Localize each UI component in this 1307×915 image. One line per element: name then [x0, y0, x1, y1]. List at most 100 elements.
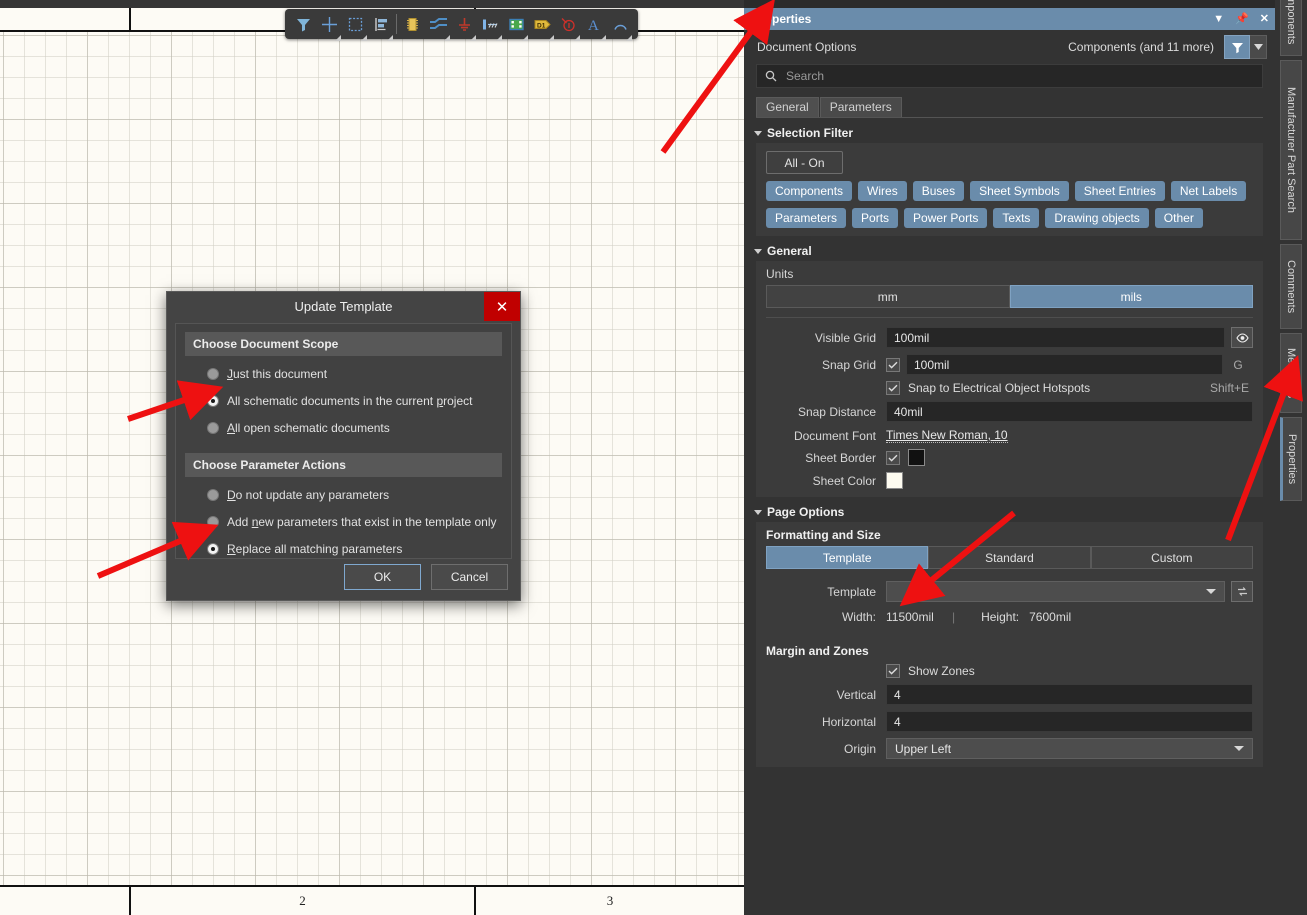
chip-other[interactable]: Other: [1154, 208, 1203, 228]
right-dock-tab-strip: Components Manufacturer Part Search Comm…: [1275, 0, 1307, 915]
place-wire-icon[interactable]: [425, 11, 451, 41]
radio-replace-all-matching-parameters[interactable]: Replace all matching parameters: [185, 535, 502, 562]
chip-wires[interactable]: Wires: [858, 181, 907, 201]
visible-grid-field[interactable]: 100mil: [886, 327, 1225, 348]
marquee-select-icon[interactable]: [342, 11, 368, 41]
format-option-custom[interactable]: Custom: [1090, 546, 1253, 569]
chevron-down-icon[interactable]: [1250, 35, 1267, 59]
zone-cell-bottom-1: [0, 887, 131, 915]
chip-texts[interactable]: Texts: [993, 208, 1040, 228]
chip-power-ports[interactable]: Power Ports: [904, 208, 988, 228]
units-option-mils[interactable]: mils: [1009, 285, 1253, 308]
section-header-selection-filter[interactable]: Selection Filter: [754, 126, 1275, 140]
radio-indicator-selected: [207, 542, 219, 555]
snap-grid-field[interactable]: 100mil: [906, 354, 1223, 375]
properties-tabs: General Parameters: [756, 97, 1263, 118]
place-part-icon[interactable]: [399, 11, 425, 37]
sidebar-item-manufacturer-part-search[interactable]: Manufacturer Part Search: [1280, 60, 1302, 240]
show-zones-row: Show Zones: [766, 664, 1253, 678]
group-header-document-scope: Choose Document Scope: [185, 332, 502, 356]
sidebar-item-comments[interactable]: Comments: [1280, 244, 1302, 329]
cancel-button[interactable]: Cancel: [431, 564, 508, 590]
format-option-standard[interactable]: Standard: [928, 546, 1091, 569]
snap-grid-checkbox[interactable]: [886, 357, 900, 372]
collapse-triangle-icon: [754, 130, 762, 136]
units-option-mm[interactable]: mm: [766, 285, 1010, 308]
chip-components[interactable]: Components: [766, 181, 853, 201]
snap-grid-row: Snap Grid 100mil G: [766, 354, 1253, 375]
tab-general[interactable]: General: [756, 97, 819, 117]
chip-sheet-entries[interactable]: Sheet Entries: [1074, 181, 1165, 201]
chip-drawing-objects[interactable]: Drawing objects: [1045, 208, 1149, 228]
width-height-row: Width: 11500mil | Height: 7600mil: [766, 610, 1253, 624]
chip-net-labels[interactable]: Net Labels: [1170, 181, 1247, 201]
place-no-erc-icon[interactable]: [555, 11, 581, 41]
close-icon[interactable]: ✕: [484, 292, 520, 321]
radio-just-this-document[interactable]: JJust this documentust this document: [185, 360, 502, 387]
close-icon[interactable]: ✕: [1260, 13, 1269, 25]
tab-parameters[interactable]: Parameters: [819, 97, 902, 117]
panel-title-actions: ▼ 📌 ✕: [1213, 8, 1269, 30]
place-gnd-power-port-icon[interactable]: [451, 11, 477, 41]
sheet-border-color-swatch[interactable]: [908, 449, 925, 466]
radio-indicator: [207, 421, 219, 434]
vertical-field[interactable]: 4: [886, 684, 1253, 705]
origin-dropdown[interactable]: Upper Left: [886, 738, 1253, 759]
format-option-template[interactable]: Template: [766, 546, 929, 569]
selection-filter-chip-row-1: Components Wires Buses Sheet Symbols She…: [766, 181, 1253, 201]
radio-label: All open schematic documents: [227, 420, 390, 435]
show-zones-checkbox[interactable]: [886, 664, 900, 678]
ok-button[interactable]: OK: [344, 564, 421, 590]
zone-cell-bottom-2: 2: [131, 887, 476, 915]
radio-label: JJust this documentust this document: [227, 366, 328, 381]
pin-icon[interactable]: 📌: [1235, 13, 1249, 25]
search-input[interactable]: [756, 64, 1263, 88]
sidebar-item-messages[interactable]: Messages: [1280, 333, 1302, 413]
chevron-down-icon: [387, 35, 393, 41]
chevron-down-icon: [522, 35, 528, 41]
sheet-border-checkbox[interactable]: [886, 450, 900, 465]
snap-hotspots-label: Snap to Electrical Object Hotspots: [908, 381, 1091, 395]
place-net-label-icon[interactable]: [477, 11, 503, 41]
chip-sheet-symbols[interactable]: Sheet Symbols: [970, 181, 1069, 201]
place-arc-icon[interactable]: [607, 11, 633, 41]
snap-distance-field[interactable]: 40mil: [886, 401, 1253, 422]
place-sheet-symbol-icon[interactable]: [503, 11, 529, 41]
selection-filter-icon[interactable]: [290, 11, 316, 37]
visible-grid-label: Visible Grid: [814, 330, 876, 345]
radio-do-not-update-any-parameters[interactable]: Do not update any parameters: [185, 481, 502, 508]
refresh-icon[interactable]: [1231, 581, 1253, 602]
update-template-dialog[interactable]: Update Template ✕ Choose Document Scope …: [166, 291, 521, 601]
radio-all-open-schematic-documents[interactable]: All open schematic documents: [185, 414, 502, 441]
snap-distance-row: Snap Distance 40mil: [766, 401, 1253, 422]
chip-buses[interactable]: Buses: [912, 181, 965, 201]
horizontal-field[interactable]: 4: [886, 711, 1253, 732]
chip-parameters[interactable]: Parameters: [766, 208, 847, 228]
sidebar-item-properties[interactable]: Properties: [1280, 417, 1302, 501]
sheet-color-swatch[interactable]: [886, 472, 903, 489]
place-port-icon[interactable]: D1: [529, 11, 555, 41]
document-font-value[interactable]: Times New Roman, 10: [886, 428, 1008, 443]
dialog-titlebar: Update Template ✕: [167, 292, 520, 321]
snap-hotspots-checkbox[interactable]: [886, 381, 900, 395]
chevron-down-icon[interactable]: ▼: [1213, 13, 1224, 25]
chip-ports[interactable]: Ports: [852, 208, 899, 228]
schematic-floating-toolbar[interactable]: D1 A: [285, 9, 638, 41]
radio-all-schematic-documents-current-project[interactable]: All schematic documents in the current p…: [185, 387, 502, 414]
template-dropdown[interactable]: [886, 581, 1225, 602]
section-header-general[interactable]: General: [754, 244, 1275, 258]
section-header-page-options[interactable]: Page Options: [754, 505, 1275, 519]
toolbar-separator: [396, 14, 397, 34]
place-text-string-icon[interactable]: A: [581, 11, 607, 41]
filter-icon[interactable]: [1224, 35, 1250, 59]
document-options-label: Document Options: [757, 40, 857, 54]
align-icon[interactable]: [368, 11, 394, 41]
radio-add-new-parameters-template-only[interactable]: Add new parameters that exist in the tem…: [185, 508, 502, 535]
collapse-triangle-icon: [754, 509, 762, 515]
crosshair-icon[interactable]: [316, 11, 342, 41]
all-on-button[interactable]: All - On: [766, 151, 843, 174]
search-field[interactable]: [784, 68, 1254, 84]
eye-icon[interactable]: [1231, 327, 1253, 348]
snap-distance-label: Snap Distance: [797, 404, 876, 419]
sidebar-item-components[interactable]: Components: [1280, 0, 1302, 56]
